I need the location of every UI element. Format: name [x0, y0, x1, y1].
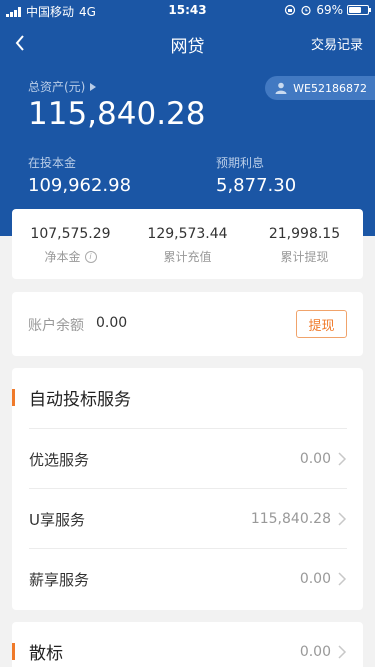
- net-principal-label: 净本金: [44, 250, 81, 264]
- lock-rotation-icon: [285, 4, 296, 16]
- total-assets-value: 115,840.28: [28, 96, 206, 132]
- sanbiao-card[interactable]: 散标 0.00: [12, 622, 363, 667]
- chevron-right-icon: [338, 452, 347, 466]
- service-value: 0.00: [299, 451, 331, 467]
- service-name: 优选服务: [29, 451, 90, 469]
- sanbiao-value: 0.00: [299, 644, 331, 660]
- net-principal-value: 107,575.29: [30, 226, 111, 242]
- service-name: U享服务: [29, 511, 85, 529]
- user-badge[interactable]: WE52186872: [265, 76, 375, 100]
- alarm-icon: [301, 5, 311, 16]
- balance-value: 0.00: [96, 315, 128, 331]
- service-name: 薪享服务: [29, 571, 90, 589]
- total-recharge-value: 129,573.44: [147, 226, 228, 242]
- transaction-records-link[interactable]: 交易记录: [311, 34, 363, 53]
- battery-percent: 69%: [316, 3, 343, 17]
- user-icon: [275, 82, 287, 94]
- expected-interest-value: 5,877.30: [216, 175, 297, 196]
- invested-principal-label: 在投本金: [28, 156, 77, 170]
- chevron-right-icon: [338, 512, 347, 526]
- chevron-right-icon: [338, 645, 347, 659]
- service-row-youxuan[interactable]: 优选服务 0.00: [29, 428, 347, 488]
- chevron-right-icon: [338, 572, 347, 586]
- expected-interest-label: 预期利息: [216, 156, 265, 170]
- user-id: WE52186872: [293, 81, 367, 95]
- withdraw-button[interactable]: 提现: [296, 310, 347, 338]
- service-value: 0.00: [299, 571, 331, 587]
- auto-bid-service-card: 自动投标服务 优选服务 0.00 U享服务 115,840.28 薪享服务 0.…: [12, 368, 363, 610]
- auto-bid-service-title: 自动投标服务: [29, 390, 131, 410]
- total-assets-toggle[interactable]: 总资产(元): [28, 78, 97, 95]
- section-accent-bar: [12, 389, 15, 406]
- service-row-xinxiang[interactable]: 薪享服务 0.00: [29, 548, 347, 608]
- info-icon[interactable]: i: [84, 250, 97, 263]
- total-withdrawal-value: 21,998.15: [268, 226, 341, 242]
- total-withdrawal-stat: 21,998.15 累计提现: [246, 226, 363, 265]
- summary-card: 107,575.29 净本金 i 129,573.44 累计充值 21,998.…: [12, 209, 363, 279]
- balance-label: 账户余额: [28, 318, 84, 334]
- section-header: 自动投标服务: [12, 385, 363, 410]
- total-recharge-stat: 129,573.44 累计充值: [129, 226, 246, 265]
- service-row-uxiang[interactable]: U享服务 115,840.28: [29, 488, 347, 548]
- sanbiao-row: 0.00: [29, 622, 347, 667]
- nav-bar: 网贷 交易记录: [0, 26, 375, 60]
- play-triangle-icon: [90, 82, 97, 91]
- status-bar: 中国移动 4G 15:43 69%: [0, 0, 375, 22]
- service-value: 115,840.28: [250, 511, 331, 527]
- balance-card: 账户余额 0.00 提现: [12, 292, 363, 356]
- total-assets-label: 总资产(元): [28, 80, 86, 94]
- net-principal-stat: 107,575.29 净本金 i: [12, 226, 129, 265]
- invested-principal-value: 109,962.98: [28, 175, 132, 196]
- battery-icon: [347, 5, 371, 15]
- section-accent-bar: [12, 643, 15, 660]
- total-recharge-label: 累计充值: [163, 250, 212, 264]
- total-withdrawal-label: 累计提现: [280, 250, 329, 264]
- account-header: 中国移动 4G 15:43 69% 网贷 交易记录 总资产(元) 115,840…: [0, 0, 375, 236]
